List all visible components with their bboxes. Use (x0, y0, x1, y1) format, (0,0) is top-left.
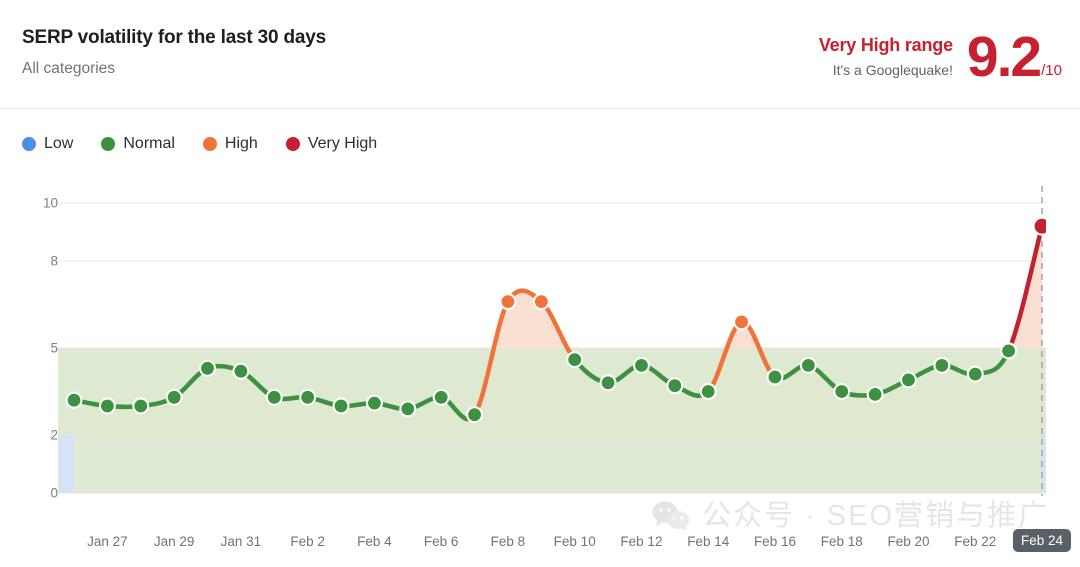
x-tick-label[interactable]: Feb 22 (954, 534, 996, 549)
x-tick-label[interactable]: Feb 4 (357, 534, 392, 549)
data-point[interactable] (132, 397, 150, 415)
data-point[interactable] (566, 351, 584, 369)
data-point[interactable] (232, 362, 250, 380)
legend-label: High (224, 135, 258, 152)
data-point[interactable] (399, 400, 417, 418)
legend-label: Very High (307, 135, 378, 152)
legend-item-very-high[interactable]: Very High (285, 135, 378, 153)
x-tick-label[interactable]: Feb 6 (424, 534, 459, 549)
x-tick-label[interactable]: Feb 8 (491, 534, 526, 549)
page-title: SERP volatility for the last 30 days (22, 27, 326, 48)
data-point[interactable] (699, 383, 717, 400)
y-tick-label: 2 (50, 427, 58, 443)
serp-volatility-card: SERP volatility for the last 30 days All… (0, 0, 1080, 567)
legend-dot-icon (202, 137, 217, 151)
y-tick-label: 0 (50, 485, 58, 501)
range-subtext: It's a Googlequake! (832, 62, 953, 78)
x-tick-label[interactable]: Feb 24 (1012, 529, 1072, 552)
data-point[interactable] (833, 383, 851, 400)
legend-item-low[interactable]: Low (22, 135, 73, 153)
score-denominator: /10 (1041, 62, 1062, 79)
x-tick-label[interactable]: Feb 18 (821, 534, 863, 549)
data-point[interactable] (899, 371, 917, 389)
y-tick-label: 10 (42, 195, 58, 211)
data-point[interactable] (265, 388, 283, 406)
x-tick-label[interactable]: Feb 14 (687, 534, 729, 549)
x-axis-labels: Jan 27 Jan 29 Jan 31 Feb 2 Feb 4 Feb 6 Feb 8 Fe… (0, 524, 1080, 567)
data-point[interactable] (65, 391, 83, 409)
data-point[interactable] (599, 374, 617, 392)
data-point[interactable] (299, 388, 317, 406)
data-point[interactable] (933, 356, 951, 374)
y-tick-label: 5 (50, 340, 58, 356)
plot-area (58, 186, 1052, 496)
x-tick-label[interactable]: Feb 20 (887, 534, 929, 549)
x-tick-label[interactable]: Jan 27 (87, 534, 128, 549)
chart-legend: Low Normal High Very High (22, 135, 377, 153)
y-tick-label: 8 (50, 253, 58, 269)
range-label: Very High range (818, 35, 953, 55)
data-point[interactable] (1000, 342, 1018, 360)
data-point[interactable] (632, 356, 650, 374)
x-tick-label[interactable]: Feb 10 (554, 534, 596, 549)
data-point[interactable] (199, 359, 217, 377)
chart-area: 0 2 5 8 10 (0, 186, 1080, 516)
header-left: SERP volatility for the last 30 days All… (22, 26, 326, 79)
data-point[interactable] (532, 293, 550, 311)
x-tick-label[interactable]: Feb 16 (754, 534, 796, 549)
score-value: 9.2 (966, 25, 1042, 89)
data-point[interactable] (466, 406, 484, 424)
legend-dot-icon (22, 137, 36, 151)
data-point[interactable] (666, 377, 684, 395)
page-subtitle: All categories (22, 60, 116, 77)
data-point[interactable] (799, 356, 817, 374)
legend-item-normal[interactable]: Normal (101, 135, 175, 153)
data-point[interactable] (966, 365, 984, 383)
x-tick-label[interactable]: Feb 12 (620, 534, 662, 549)
legend-label: Normal (123, 135, 175, 152)
x-tick-label[interactable]: Jan 31 (221, 534, 262, 549)
x-tick-label[interactable]: Jan 29 (154, 534, 195, 549)
header-divider (0, 108, 1080, 109)
range-block: Very High range It's a Googlequake! (819, 30, 953, 79)
score-wrap: 9.2 /10 (966, 25, 1062, 89)
data-point[interactable] (866, 385, 884, 403)
data-point[interactable] (766, 368, 784, 386)
volatility-line-chart (58, 186, 1052, 496)
x-tick-label[interactable]: Feb 2 (290, 534, 325, 549)
legend-dot-icon (101, 137, 116, 151)
score-panel: Very High range It's a Googlequake! 9.2 … (819, 25, 1062, 89)
legend-dot-icon (285, 137, 300, 151)
data-point[interactable] (365, 394, 383, 412)
data-point[interactable] (499, 293, 517, 311)
data-point[interactable] (733, 313, 751, 331)
legend-label: Low (44, 135, 74, 152)
legend-item-high[interactable]: High (202, 135, 258, 153)
data-point[interactable] (165, 388, 183, 406)
card-header: SERP volatility for the last 30 days All… (0, 0, 1080, 109)
data-point-last[interactable] (1032, 216, 1052, 236)
data-point[interactable] (432, 388, 450, 406)
data-point[interactable] (98, 397, 116, 415)
data-point[interactable] (332, 397, 350, 415)
